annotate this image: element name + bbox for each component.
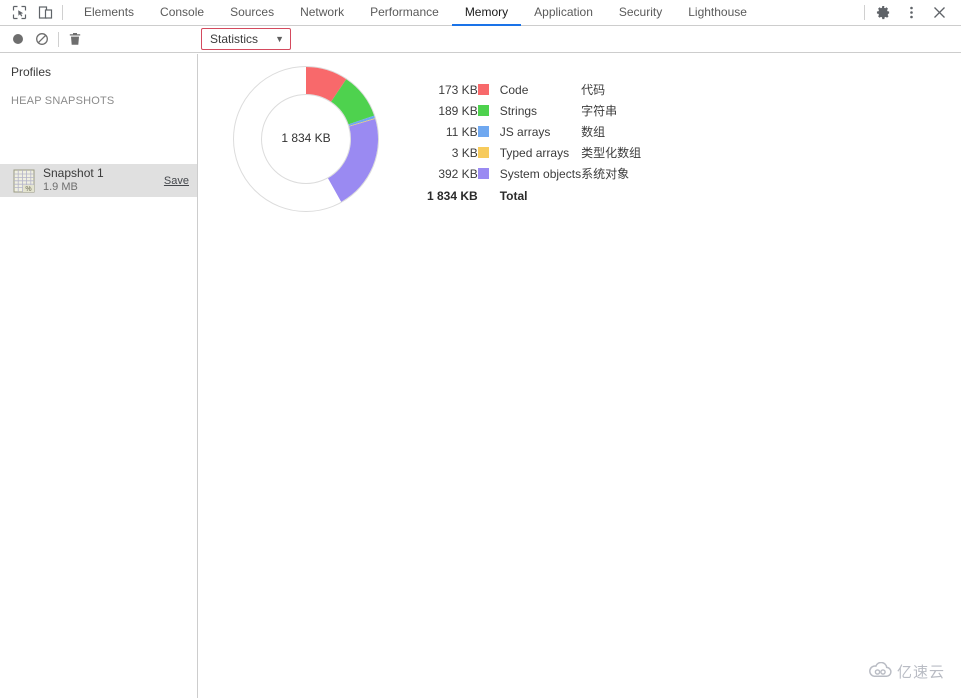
legend-total-row: 1 834 KB Total [427,184,641,206]
tab-console[interactable]: Console [147,0,217,26]
legend-color-swatch [477,146,489,158]
legend-label: System objects [499,166,582,181]
snapshot-file-icon: % [13,169,35,193]
more-options-icon[interactable] [897,0,925,25]
record-icon[interactable] [6,27,30,51]
toolbar-separator [864,5,865,20]
toolbar-separator [62,5,63,20]
legend-row: 3 KB Typed arrays 类型化数组 [427,142,641,163]
tab-label: Memory [464,5,509,19]
memory-toolbar [0,26,961,53]
legend-color-swatch [477,83,489,95]
sidebar-title: Profiles [11,65,52,79]
legend-swatch-cell [477,121,500,142]
delete-icon[interactable] [63,27,87,51]
legend-swatch-cell [477,79,500,100]
panel-tabs: Elements Console Sources Network Perform… [71,0,860,26]
legend-label: JS arrays [499,124,551,139]
legend-label-cn: 数组 [581,125,606,139]
tab-security[interactable]: Security [606,0,675,26]
tab-network[interactable]: Network [287,0,357,26]
chevron-down-icon: ▼ [275,33,284,44]
tab-label: Lighthouse [688,5,747,19]
legend-swatch-cell [477,163,500,184]
legend-swatch-cell [477,142,500,163]
view-select[interactable]: Statistics ▼ [201,28,291,50]
legend-label-cn: 系统对象 [581,167,630,181]
tab-memory[interactable]: Memory [451,0,522,26]
legend-total-spacer [478,184,500,206]
tab-performance[interactable]: Performance [357,0,452,26]
legend-value: 173 KB [438,82,478,97]
tab-sources[interactable]: Sources [217,0,287,26]
legend-label: Code [499,82,529,97]
watermark: 亿速云 [867,661,945,682]
watermark-text: 亿速云 [896,663,945,681]
legend-color-swatch [477,167,489,179]
sidebar-item-snapshot-1[interactable]: % Snapshot 1 1.9 MB Save [0,164,197,197]
snapshot-text: Snapshot 1 1.9 MB [43,166,104,194]
svg-text:%: % [25,186,31,193]
legend-swatch-cell [477,100,500,121]
tab-label: Performance [370,5,439,19]
memory-donut-chart: 1 834 KB [226,59,386,219]
legend-value: 392 KB [438,166,478,181]
device-toolbar-icon[interactable] [32,0,58,25]
clear-icon[interactable] [30,27,54,51]
legend-label-cn: 类型化数组 [581,146,642,160]
toolbar-separator [58,31,59,47]
legend-color-swatch [477,104,489,116]
legend-row: 189 KB Strings 字符串 [427,100,641,121]
memory-toolbar-icons [0,27,87,51]
devtools-tabbar: Elements Console Sources Network Perform… [0,0,961,26]
donut-center-label: 1 834 KB [281,131,331,145]
snapshot-name: Snapshot 1 [43,166,104,181]
legend-row: 11 KB JS arrays 数组 [427,121,641,142]
tab-label: Console [160,5,205,19]
legend-color-swatch [477,125,489,137]
legend-total-value: 1 834 KB [427,188,478,203]
legend-value: 3 KB [451,145,478,160]
legend-value: 11 KB [445,124,478,139]
tab-elements[interactable]: Elements [71,0,147,26]
legend-total-cn-spacer [581,184,641,206]
tab-label: Network [300,5,345,19]
settings-gear-icon[interactable] [869,0,897,25]
statistics-view: 1 834 KB 173 KB Code 代码 189 KB Strings 字… [199,54,961,698]
legend-row: 173 KB Code 代码 [427,79,641,100]
legend-label: Strings [499,103,538,118]
tab-label: Sources [230,5,275,19]
legend-total-label: Total [499,188,528,203]
memory-legend: 173 KB Code 代码 189 KB Strings 字符串 11 KB … [427,79,641,206]
legend-row: 392 KB System objects 系统对象 [427,163,641,184]
legend-value: 189 KB [438,103,478,118]
view-select-value: Statistics [210,32,259,46]
tab-label: Application [534,5,593,19]
close-icon[interactable] [925,0,953,25]
profiles-sidebar: Profiles HEAP SNAPSHOTS % Snapshot 1 1.9… [0,54,198,698]
save-snapshot-link[interactable]: Save [164,175,189,187]
legend-label-cn: 字符串 [581,104,618,118]
tab-label: Security [618,5,663,19]
tab-lighthouse[interactable]: Lighthouse [675,0,760,26]
inspect-element-icon[interactable] [6,0,32,25]
legend-label-cn: 代码 [581,83,606,97]
tab-application[interactable]: Application [521,0,606,26]
cloud-logo-icon [867,661,893,682]
snapshot-size: 1.9 MB [43,181,78,194]
legend-label: Typed arrays [499,145,570,160]
sidebar-section-heap-snapshots: HEAP SNAPSHOTS [11,95,115,107]
tab-label: Elements [84,5,135,19]
tabbar-left-icons [0,0,71,25]
tabbar-right-icons [860,0,961,25]
